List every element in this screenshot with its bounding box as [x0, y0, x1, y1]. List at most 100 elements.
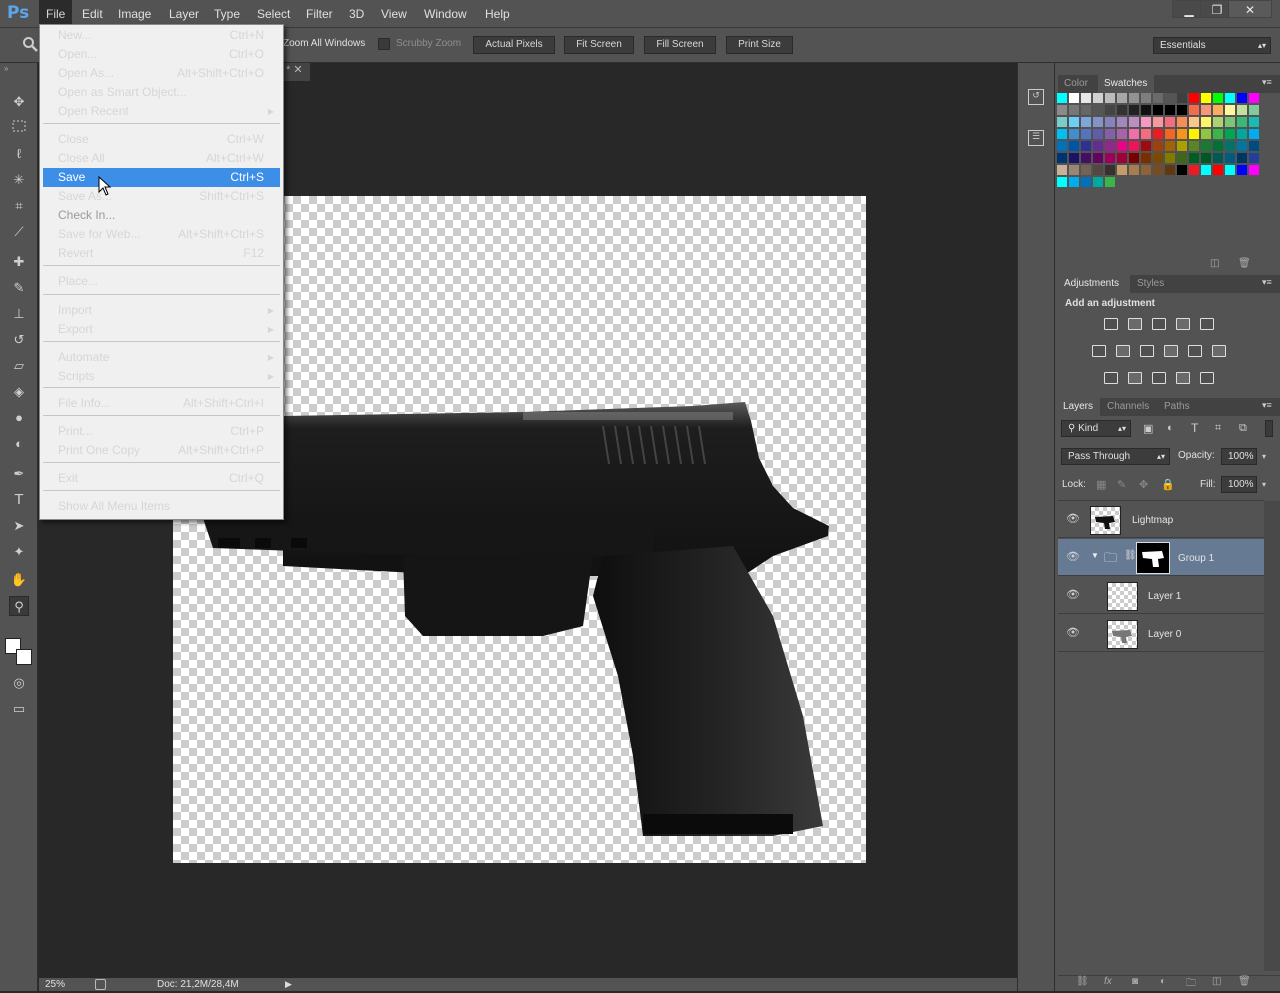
color-swatch[interactable]	[1225, 129, 1235, 139]
brightness-contrast-icon[interactable]	[1104, 318, 1118, 330]
filter-shape-icon[interactable]: ⌗	[1215, 422, 1221, 435]
photo-filter-icon[interactable]	[1164, 345, 1178, 357]
color-swatch[interactable]	[1093, 141, 1103, 151]
color-swatch[interactable]	[1081, 93, 1091, 103]
file-menu-item-file-info[interactable]: File Info... Alt+Shift+Ctrl+I	[43, 394, 280, 413]
color-swatch[interactable]	[1177, 153, 1187, 163]
tab-adjustments[interactable]: Adjustments	[1064, 278, 1119, 289]
layer-filter-kind-select[interactable]: ⚲ Kind ▴▾	[1061, 420, 1131, 437]
menu-edit[interactable]: Edit	[82, 7, 103, 21]
color-swatch[interactable]	[1249, 141, 1259, 151]
color-swatch[interactable]	[1165, 153, 1175, 163]
color-swatch[interactable]	[1105, 129, 1115, 139]
color-swatch[interactable]	[1165, 105, 1175, 115]
color-swatch[interactable]	[1117, 153, 1127, 163]
new-group-icon[interactable]: 🗀	[1186, 976, 1196, 993]
healing-brush-icon[interactable]: ✚	[9, 252, 29, 272]
color-swatch[interactable]	[1057, 141, 1067, 151]
color-swatch[interactable]	[1129, 165, 1139, 175]
lock-all-icon[interactable]: 🔒	[1161, 478, 1175, 491]
menu-view[interactable]: View	[381, 7, 407, 21]
color-swatch[interactable]	[1177, 165, 1187, 175]
color-swatch[interactable]	[1189, 129, 1199, 139]
color-swatch[interactable]	[1201, 165, 1211, 175]
color-swatch[interactable]	[1105, 153, 1115, 163]
color-swatch[interactable]	[1165, 129, 1175, 139]
lock-position-icon[interactable]: ✥	[1139, 478, 1148, 491]
color-swatch[interactable]	[1201, 141, 1211, 151]
hand-tool-icon[interactable]: ✋	[9, 570, 29, 590]
close-window-button[interactable]: ✕	[1228, 0, 1272, 18]
layer-name[interactable]: Layer 0	[1148, 629, 1181, 640]
color-swatch[interactable]	[1069, 177, 1079, 187]
layers-scrollbar[interactable]	[1264, 501, 1280, 971]
color-swatch[interactable]	[1141, 141, 1151, 151]
selective-color-icon[interactable]	[1176, 372, 1190, 384]
color-balance-icon[interactable]	[1116, 345, 1130, 357]
color-swatch[interactable]	[1249, 165, 1259, 175]
channel-mixer-icon[interactable]	[1188, 345, 1202, 357]
visibility-eye-icon[interactable]: 👁	[1066, 550, 1080, 563]
color-swatch[interactable]	[1189, 105, 1199, 115]
background-color-swatch[interactable]	[16, 649, 32, 665]
visibility-eye-icon[interactable]: 👁	[1066, 626, 1080, 639]
color-swatch[interactable]	[1153, 165, 1163, 175]
threshold-icon[interactable]	[1152, 372, 1166, 384]
visibility-eye-icon[interactable]: 👁	[1066, 588, 1080, 601]
color-swatch[interactable]	[1225, 165, 1235, 175]
file-menu-item-automate[interactable]: Automate ▶	[43, 348, 280, 367]
color-swatch[interactable]	[1213, 153, 1223, 163]
color-swatch[interactable]	[1153, 129, 1163, 139]
color-swatch[interactable]	[1093, 117, 1103, 127]
color-swatch[interactable]	[1105, 93, 1115, 103]
color-swatch[interactable]	[1069, 105, 1079, 115]
color-swatch[interactable]	[1177, 105, 1187, 115]
black-white-icon[interactable]	[1140, 345, 1154, 357]
file-menu-item-print-one-copy[interactable]: Print One Copy Alt+Shift+Ctrl+P	[43, 441, 280, 460]
menu-image[interactable]: Image	[118, 7, 151, 21]
vibrance-triangle-icon[interactable]	[1200, 318, 1214, 330]
color-swatch[interactable]	[1141, 129, 1151, 139]
color-swatch[interactable]	[1165, 93, 1175, 103]
color-swatch[interactable]	[1201, 129, 1211, 139]
invert-icon[interactable]	[1104, 372, 1118, 384]
dodge-tool-icon[interactable]: ◐	[9, 434, 29, 454]
color-swatch[interactable]	[1093, 177, 1103, 187]
file-menu-item-open[interactable]: Open... Ctrl+O	[43, 45, 280, 64]
menu-type[interactable]: Type	[214, 7, 240, 21]
color-swatch[interactable]	[1141, 165, 1151, 175]
color-swatch[interactable]	[1213, 141, 1223, 151]
visibility-eye-icon[interactable]: 👁	[1066, 512, 1080, 525]
tab-channels[interactable]: Channels	[1107, 401, 1149, 412]
menu-layer[interactable]: Layer	[169, 7, 199, 21]
color-swatch[interactable]	[1201, 105, 1211, 115]
color-swatch[interactable]	[1189, 141, 1199, 151]
color-swatch[interactable]	[1189, 117, 1199, 127]
eraser-icon[interactable]: ▱	[9, 356, 29, 376]
scrubby-zoom-checkbox[interactable]	[378, 38, 390, 50]
color-swatch[interactable]	[1081, 129, 1091, 139]
layers-menu-icon[interactable]: ▾≡	[1262, 400, 1272, 411]
tab-color[interactable]: Color	[1064, 78, 1088, 89]
color-swatch[interactable]	[1225, 153, 1235, 163]
workspace-select[interactable]: Essentials ▴▾	[1153, 37, 1271, 54]
magic-wand-icon[interactable]: ✳	[9, 170, 29, 190]
color-swatch[interactable]	[1237, 165, 1247, 175]
fit-screen-button[interactable]: Fit Screen	[564, 36, 634, 54]
file-menu-item-save-as[interactable]: Save As... Shift+Ctrl+S	[43, 187, 280, 206]
color-swatch[interactable]	[1093, 93, 1103, 103]
brush-tool-icon[interactable]: ✎	[9, 278, 29, 298]
paint-bucket-icon[interactable]: ◈	[9, 382, 29, 402]
color-swatch[interactable]	[1141, 105, 1151, 115]
menu-help[interactable]: Help	[485, 7, 510, 21]
color-swatch[interactable]	[1213, 165, 1223, 175]
color-swatch[interactable]	[1069, 141, 1079, 151]
color-swatch[interactable]	[1117, 165, 1127, 175]
filter-pixel-icon[interactable]: ▣	[1143, 422, 1153, 435]
color-swatch[interactable]	[1057, 105, 1067, 115]
color-swatch[interactable]	[1249, 105, 1259, 115]
curves-icon[interactable]	[1152, 318, 1166, 330]
file-menu-item-open-as-smart-object[interactable]: Open as Smart Object...	[43, 83, 280, 102]
shape-tool-icon[interactable]: ✦	[9, 542, 29, 562]
file-menu-item-scripts[interactable]: Scripts ▶	[43, 367, 280, 386]
